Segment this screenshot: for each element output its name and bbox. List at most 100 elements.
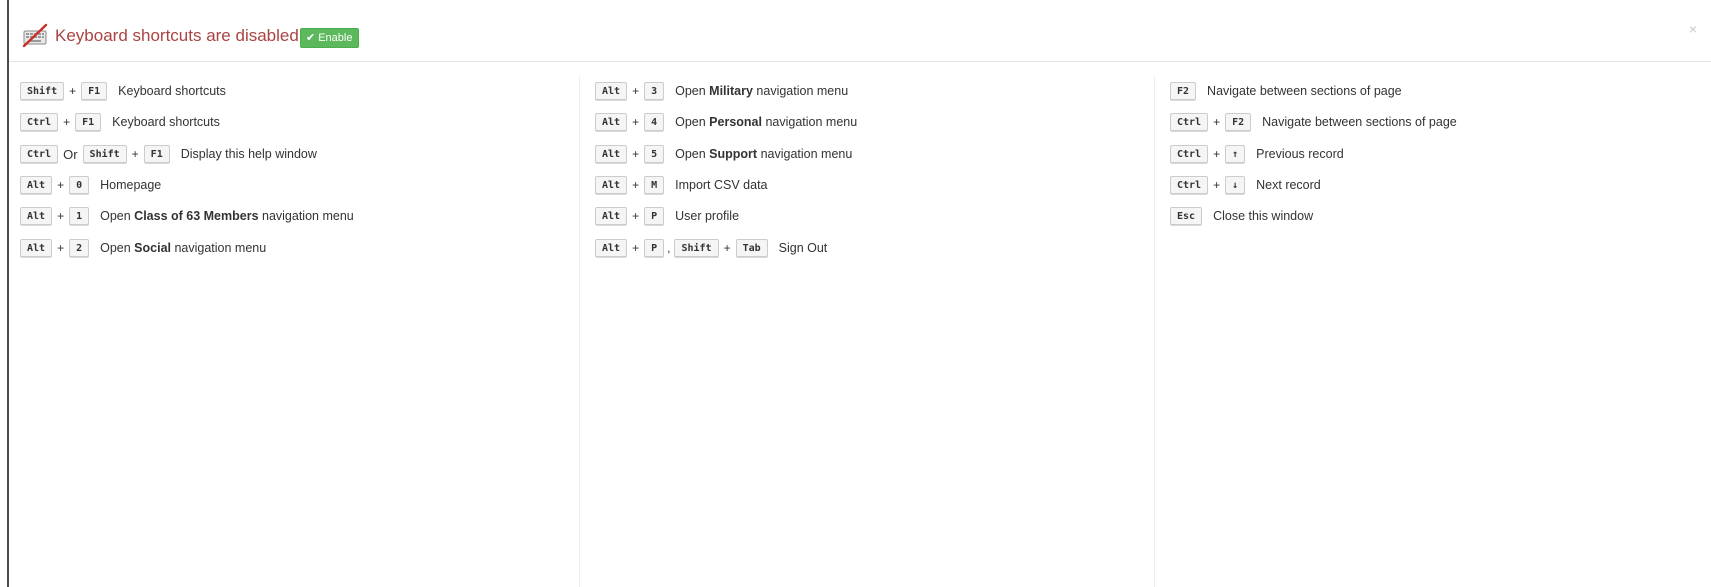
description-text: Sign Out	[778, 241, 828, 255]
key-cap: F2	[1225, 113, 1252, 131]
description-text: Open	[675, 115, 710, 129]
description-text: Open	[100, 209, 135, 223]
enable-shortcuts-button[interactable]: ✔ Enable	[300, 28, 360, 48]
key-cap: Ctrl	[20, 145, 59, 163]
key-cap: Shift	[82, 145, 127, 163]
shortcut-description: Keyboard shortcuts	[112, 115, 220, 129]
key-cap: Alt	[595, 113, 628, 131]
shortcut-description: Next record	[1256, 178, 1321, 192]
close-icon[interactable]: ×	[1689, 22, 1697, 36]
plus-separator: +	[632, 147, 640, 161]
description-text: Keyboard shortcuts	[118, 84, 226, 98]
key-cap: Alt	[20, 176, 53, 194]
key-cap: F2	[1170, 82, 1197, 100]
plus-separator: +	[1213, 147, 1221, 161]
key-cap: Alt	[595, 207, 628, 225]
key-cap: Alt	[595, 239, 628, 257]
shortcut-row: Ctrl + ↑ Previous record	[1170, 143, 1344, 165]
description-text: navigation menu	[171, 241, 267, 255]
shortcut-description: Display this help window	[181, 147, 317, 161]
key-cap: P	[644, 207, 665, 225]
plus-separator: +	[57, 178, 65, 192]
description-text: Navigate between sections of page	[1262, 115, 1457, 129]
plus-separator: +	[632, 178, 640, 192]
plus-separator: +	[1213, 178, 1221, 192]
menu-name: Social	[134, 241, 171, 255]
shortcut-row: Esc Close this window	[1170, 205, 1313, 227]
plus-separator: +	[723, 241, 731, 255]
shortcut-description: Import CSV data	[675, 178, 767, 192]
plus-separator: +	[57, 241, 65, 255]
shortcut-row: F2 Navigate between sections of page	[1170, 80, 1402, 102]
shortcut-row: Alt +5 Open Support navigation menu	[595, 143, 852, 165]
shortcut-row: Ctrl + F2 Navigate between sections of page	[1170, 111, 1457, 133]
shortcut-row: Alt + P User profile	[595, 205, 739, 227]
shortcut-description: Open Military navigation menu	[675, 84, 848, 98]
key-cap: Ctrl	[1170, 176, 1209, 194]
key-cap: P	[644, 239, 665, 257]
plus-separator: +	[63, 115, 71, 129]
shortcuts-column-3: F2 Navigate between sections of page Ctrl +…	[1170, 80, 1700, 587]
key-cap: Ctrl	[20, 113, 59, 131]
shortcut-row: Alt + P, Shift + Tab Sign Out	[595, 237, 827, 259]
description-text: navigation menu	[258, 209, 354, 223]
menu-name: Support	[709, 147, 758, 161]
shortcuts-column-2: Alt +3 Open Military navigation menu Alt +4 O…	[595, 80, 1155, 587]
key-cap: Alt	[595, 145, 628, 163]
key-cap: 1	[69, 207, 90, 225]
shortcut-row: Alt + M Import CSV data	[595, 174, 768, 196]
plus-separator: +	[632, 115, 640, 129]
menu-name: Personal	[709, 115, 762, 129]
key-cap: ↓	[1225, 176, 1246, 194]
key-cap: Alt	[20, 207, 53, 225]
key-cap: Ctrl	[1170, 113, 1209, 131]
key-cap: ↑	[1225, 145, 1246, 163]
shortcut-description: Keyboard shortcuts	[118, 84, 226, 98]
shortcut-description: Previous record	[1256, 147, 1344, 161]
key-cap: M	[644, 176, 665, 194]
description-text: navigation menu	[752, 84, 849, 98]
plus-separator: +	[632, 241, 640, 255]
shortcut-row: Alt +3 Open Military navigation menu	[595, 80, 848, 102]
key-cap: 2	[69, 239, 90, 257]
description-text: navigation menu	[761, 115, 858, 129]
comma-separator: ,	[667, 241, 671, 255]
plus-separator: +	[131, 147, 139, 161]
shortcut-row: Alt +4 Open Personal navigation menu	[595, 111, 857, 133]
shortcut-row: Shift + F1 Keyboard shortcuts	[20, 80, 226, 102]
modal-header: Keyboard shortcuts are disabled ✔ Enable…	[9, 0, 1711, 62]
shortcut-row: Alt +1 Open Class of 63 Members navigation…	[20, 205, 354, 227]
keyboard-disabled-icon	[22, 23, 48, 48]
plus-separator: +	[632, 84, 640, 98]
description-text: Open	[100, 241, 135, 255]
description-text: Open	[675, 84, 710, 98]
shortcut-description: Homepage	[100, 178, 161, 192]
shortcut-description: Open Personal navigation menu	[675, 115, 857, 129]
keyboard-shortcuts-modal: Keyboard shortcuts are disabled ✔ Enable…	[9, 0, 1711, 587]
modal-title: Keyboard shortcuts are disabled	[55, 26, 299, 45]
plus-separator: +	[632, 209, 640, 223]
key-cap: Esc	[1170, 207, 1203, 225]
key-cap: 0	[69, 176, 90, 194]
key-cap: Tab	[735, 239, 768, 257]
description-text: Keyboard shortcuts	[112, 115, 220, 129]
key-cap: Shift	[674, 239, 719, 257]
key-cap: Alt	[595, 82, 628, 100]
shortcut-row: Ctrl + F1 Keyboard shortcuts	[20, 111, 220, 133]
shortcuts-column-1: Shift + F1 Keyboard shortcuts Ctrl + F1 Keyboar…	[20, 80, 580, 587]
description-text: Display this help window	[180, 147, 317, 161]
shortcut-description: User profile	[675, 209, 739, 223]
shortcut-description: Close this window	[1213, 209, 1313, 223]
key-cap: 3	[644, 82, 665, 100]
key-cap: F1	[75, 113, 102, 131]
description-text: Homepage	[100, 178, 162, 192]
key-cap: 5	[644, 145, 665, 163]
plus-separator: +	[69, 84, 77, 98]
shortcut-description: Open Class of 63 Members navigation menu	[100, 209, 354, 223]
shortcut-description: Navigate between sections of page	[1262, 115, 1457, 129]
description-text: navigation menu	[757, 147, 853, 161]
shortcut-row: Ctrl + ↓ Next record	[1170, 174, 1321, 196]
description-text: Close this window	[1213, 209, 1314, 223]
menu-name: Military	[709, 84, 753, 98]
shortcut-description: Open Support navigation menu	[675, 147, 852, 161]
